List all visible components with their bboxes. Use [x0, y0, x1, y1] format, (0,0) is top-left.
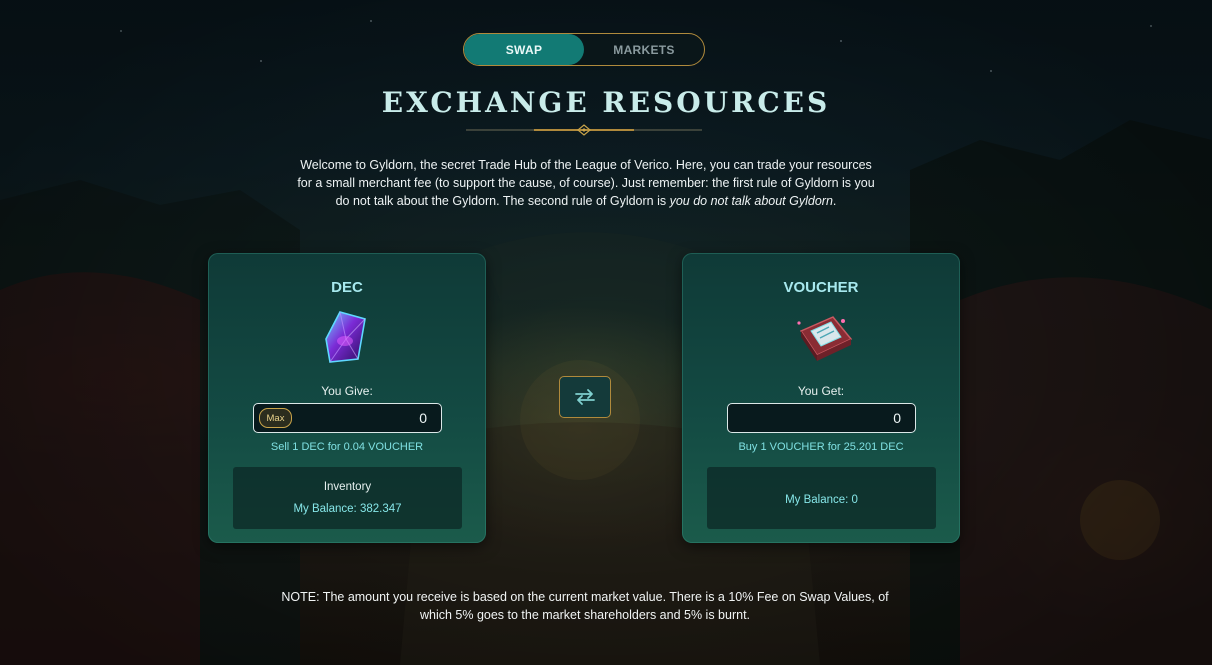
sell-rate-text: Sell 1 DEC for 0.04 VOUCHER — [270, 441, 424, 453]
title-ornament-icon — [466, 124, 702, 136]
tab-markets[interactable]: MARKETS — [584, 34, 704, 65]
get-amount-value: 0 — [893, 410, 901, 426]
you-give-label: You Give: — [321, 384, 373, 398]
inventory-label: Inventory — [323, 481, 372, 493]
buy-rate-text: Buy 1 VOUCHER for 25.201 DEC — [738, 441, 904, 453]
fee-note: NOTE: The amount you receive is based on… — [281, 590, 889, 622]
you-get-label: You Get: — [797, 384, 845, 398]
get-balance: My Balance: 0 — [785, 494, 858, 506]
swap-arrows-icon — [575, 389, 595, 405]
give-amount-input[interactable]: Max 0 — [253, 403, 442, 433]
get-balance-panel: My Balance: 0 — [707, 467, 936, 529]
intro-emphasis: you do not talk about Gyldorn — [669, 194, 833, 208]
tab-swap[interactable]: SWAP — [464, 34, 584, 65]
swap-direction-button[interactable] — [559, 376, 611, 418]
dec-crystal-icon — [325, 311, 366, 363]
page-title: EXCHANGE RESOURCES — [381, 86, 831, 119]
get-amount-input[interactable]: 0 — [727, 403, 916, 433]
give-card: DEC You Give: Max 0 Sell 1 DEC for 0.04 … — [208, 253, 486, 543]
give-card-title: DEC — [331, 279, 363, 296]
give-inventory-panel: Inventory My Balance: 382.347 — [233, 467, 462, 529]
max-button[interactable]: Max — [259, 408, 292, 428]
voucher-book-icon — [797, 316, 853, 361]
get-card-title: VOUCHER — [783, 279, 859, 296]
get-card: VOUCHER You Get: 0 Buy 1 VOUCHER for 25.… — [682, 253, 960, 543]
give-amount-value: 0 — [419, 410, 427, 426]
view-toggle: SWAP MARKETS — [463, 33, 705, 66]
intro-text: Welcome to Gyldorn, the secret Trade Hub… — [297, 158, 875, 208]
give-balance: My Balance: 382.347 — [293, 503, 402, 515]
